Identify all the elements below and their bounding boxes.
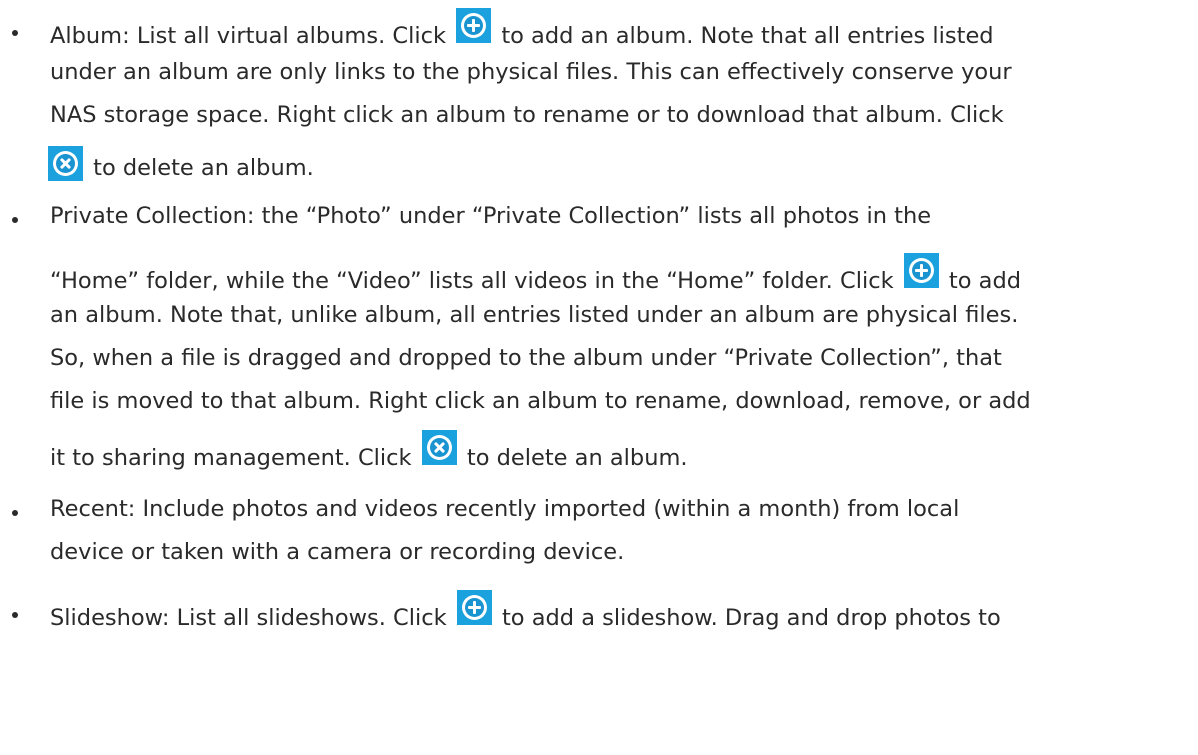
private-line-6: it to sharing management. Click to delet… bbox=[50, 430, 688, 473]
bullet-private-collection bbox=[6, 210, 24, 228]
recent-line-2: device or taken with a camera or recordi… bbox=[50, 539, 625, 565]
add-circle-icon[interactable] bbox=[456, 590, 492, 625]
add-circle-icon[interactable] bbox=[903, 253, 939, 288]
private-line-4: So, when a file is dragged and dropped t… bbox=[50, 345, 1002, 371]
private-line-3: an album. Note that, unlike album, all e… bbox=[50, 302, 1019, 328]
slideshow-line-1: Slideshow: List all slideshows. Click to… bbox=[50, 590, 1001, 633]
private-line-5: file is moved to that album. Right click… bbox=[50, 388, 1031, 414]
private-line-1: Private Collection: the “Photo” under “P… bbox=[50, 203, 932, 229]
bullet-recent bbox=[6, 503, 24, 521]
bullet-album bbox=[6, 23, 24, 41]
album-line-3: NAS storage space. Right click an album … bbox=[50, 102, 1004, 128]
delete-circle-icon[interactable] bbox=[421, 430, 457, 465]
private-line-2: “Home” folder, while the “Video” lists a… bbox=[50, 253, 1021, 296]
album-line-2: under an album are only links to the phy… bbox=[50, 59, 1012, 85]
bullet-slideshow bbox=[6, 605, 24, 623]
recent-line-1: Recent: Include photos and videos recent… bbox=[50, 496, 960, 522]
album-line-1: Album: List all virtual albums. Click to… bbox=[50, 8, 994, 51]
album-line-4: to delete an album. bbox=[48, 146, 314, 183]
delete-circle-icon[interactable] bbox=[48, 146, 83, 181]
add-circle-icon[interactable] bbox=[456, 8, 492, 43]
